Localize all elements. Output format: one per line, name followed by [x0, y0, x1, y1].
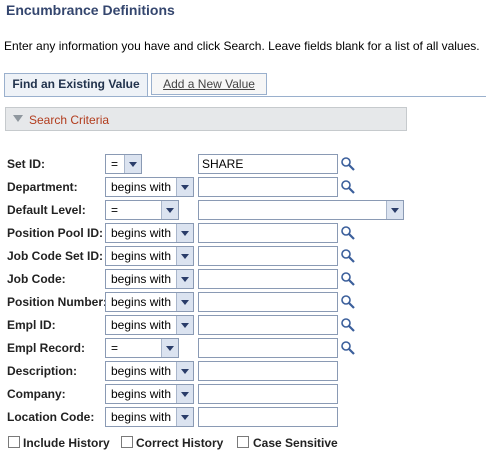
tab-add-new-value-label: Add a New Value [163, 77, 255, 91]
empl-record-label: Empl Record: [7, 341, 86, 355]
company-operator-value: begins with [111, 387, 172, 401]
department-operator-value: begins with [111, 180, 172, 194]
empl-id-operator-value: begins with [111, 318, 172, 332]
set-id-input[interactable]: SHARE [198, 154, 338, 174]
field-row-empl-id: Empl ID: begins with [0, 315, 488, 335]
description-label: Description: [7, 364, 78, 378]
tab-find-existing-value[interactable]: Find an Existing Value [4, 73, 148, 97]
location-code-label: Location Code: [7, 410, 95, 424]
company-label: Company: [7, 387, 66, 401]
case-sensitive-checkbox[interactable] [237, 436, 249, 448]
empl-id-input[interactable] [198, 315, 338, 335]
description-operator-value: begins with [111, 364, 172, 378]
include-history-label: Include History [23, 436, 110, 450]
position-number-label: Position Number: [7, 295, 108, 309]
field-row-empl-record: Empl Record: = [0, 338, 488, 358]
department-label: Department: [7, 180, 78, 194]
chevron-down-icon[interactable] [176, 293, 193, 311]
company-input[interactable] [198, 384, 338, 404]
job-code-set-id-input[interactable] [198, 246, 338, 266]
page-title: Encumbrance Definitions [6, 2, 175, 18]
field-row-position-pool-id: Position Pool ID: begins with [0, 223, 488, 243]
company-operator-select[interactable]: begins with [105, 384, 194, 404]
field-row-company: Company: begins with [0, 384, 488, 404]
position-number-operator-select[interactable]: begins with [105, 292, 194, 312]
job-code-input[interactable] [198, 269, 338, 289]
location-code-operator-select[interactable]: begins with [105, 407, 194, 427]
position-number-input[interactable] [198, 292, 338, 312]
description-input[interactable] [198, 361, 338, 381]
chevron-down-icon[interactable] [176, 316, 193, 334]
default-level-operator-value: = [111, 203, 119, 217]
lookup-icon[interactable] [340, 294, 356, 310]
chevron-down-icon[interactable] [176, 408, 193, 426]
chevron-down-icon[interactable] [161, 201, 178, 219]
empl-record-operator-select[interactable]: = [105, 338, 179, 358]
chevron-down-icon[interactable] [176, 385, 193, 403]
instructions-text: Enter any information you have and click… [4, 39, 480, 53]
position-pool-id-operator-value: begins with [111, 226, 172, 240]
empl-id-label: Empl ID: [7, 318, 56, 332]
case-sensitive-label: Case Sensitive [253, 436, 338, 450]
chevron-down-icon[interactable] [176, 247, 193, 265]
department-input[interactable] [198, 177, 338, 197]
field-row-description: Description: begins with [0, 361, 488, 381]
description-operator-select[interactable]: begins with [105, 361, 194, 381]
tab-divider [4, 96, 486, 97]
location-code-input[interactable] [198, 407, 338, 427]
chevron-down-icon[interactable] [176, 362, 193, 380]
job-code-operator-select[interactable]: begins with [105, 269, 194, 289]
department-operator-select[interactable]: begins with [105, 177, 194, 197]
field-row-location-code: Location Code: begins with [0, 407, 488, 427]
lookup-icon[interactable] [340, 179, 356, 195]
lookup-icon[interactable] [340, 340, 356, 356]
lookup-icon[interactable] [340, 248, 356, 264]
field-row-set-id: Set ID: = SHARE [0, 154, 488, 174]
position-pool-id-operator-select[interactable]: begins with [105, 223, 194, 243]
position-number-operator-value: begins with [111, 295, 172, 309]
empl-record-operator-value: = [111, 341, 119, 355]
location-code-operator-value: begins with [111, 410, 172, 424]
set-id-input-value: SHARE [202, 157, 244, 171]
job-code-set-id-operator-select[interactable]: begins with [105, 246, 194, 266]
lookup-icon[interactable] [340, 271, 356, 287]
position-pool-id-label: Position Pool ID: [7, 226, 103, 240]
correct-history-checkbox[interactable] [121, 436, 133, 448]
lookup-icon[interactable] [340, 156, 356, 172]
default-level-select[interactable] [198, 200, 404, 220]
default-level-dropdown[interactable] [386, 201, 403, 219]
set-id-operator-select[interactable]: = [105, 154, 142, 174]
search-options: Include History Correct History Case Sen… [0, 435, 488, 453]
field-row-position-number: Position Number: begins with [0, 292, 488, 312]
chevron-down-icon[interactable] [176, 178, 193, 196]
search-criteria-label: Search Criteria [29, 113, 110, 127]
chevron-down-icon[interactable] [124, 155, 141, 173]
job-code-label: Job Code: [7, 272, 66, 286]
set-id-label: Set ID: [7, 157, 46, 171]
field-row-job-code-set-id: Job Code Set ID: begins with [0, 246, 488, 266]
chevron-down-icon[interactable] [176, 270, 193, 288]
tab-add-new-value[interactable]: Add a New Value [151, 73, 267, 95]
lookup-icon[interactable] [340, 225, 356, 241]
job-code-set-id-label: Job Code Set ID: [7, 249, 104, 263]
chevron-down-icon[interactable] [386, 201, 403, 219]
chevron-down-icon[interactable] [161, 339, 178, 357]
correct-history-label: Correct History [136, 436, 224, 450]
lookup-icon[interactable] [340, 317, 356, 333]
field-row-department: Department: begins with [0, 177, 488, 197]
field-row-default-level: Default Level: = [0, 200, 488, 220]
include-history-checkbox[interactable] [8, 436, 20, 448]
job-code-operator-value: begins with [111, 272, 172, 286]
search-criteria-header[interactable]: Search Criteria [5, 107, 407, 131]
default-level-operator-select[interactable]: = [105, 200, 179, 220]
collapse-triangle-icon[interactable] [13, 115, 23, 122]
empl-record-input[interactable] [198, 338, 338, 358]
empl-id-operator-select[interactable]: begins with [105, 315, 194, 335]
position-pool-id-input[interactable] [198, 223, 338, 243]
default-level-label: Default Level: [7, 203, 86, 217]
set-id-operator-value: = [111, 157, 119, 171]
field-row-job-code: Job Code: begins with [0, 269, 488, 289]
chevron-down-icon[interactable] [176, 224, 193, 242]
job-code-set-id-operator-value: begins with [111, 249, 172, 263]
